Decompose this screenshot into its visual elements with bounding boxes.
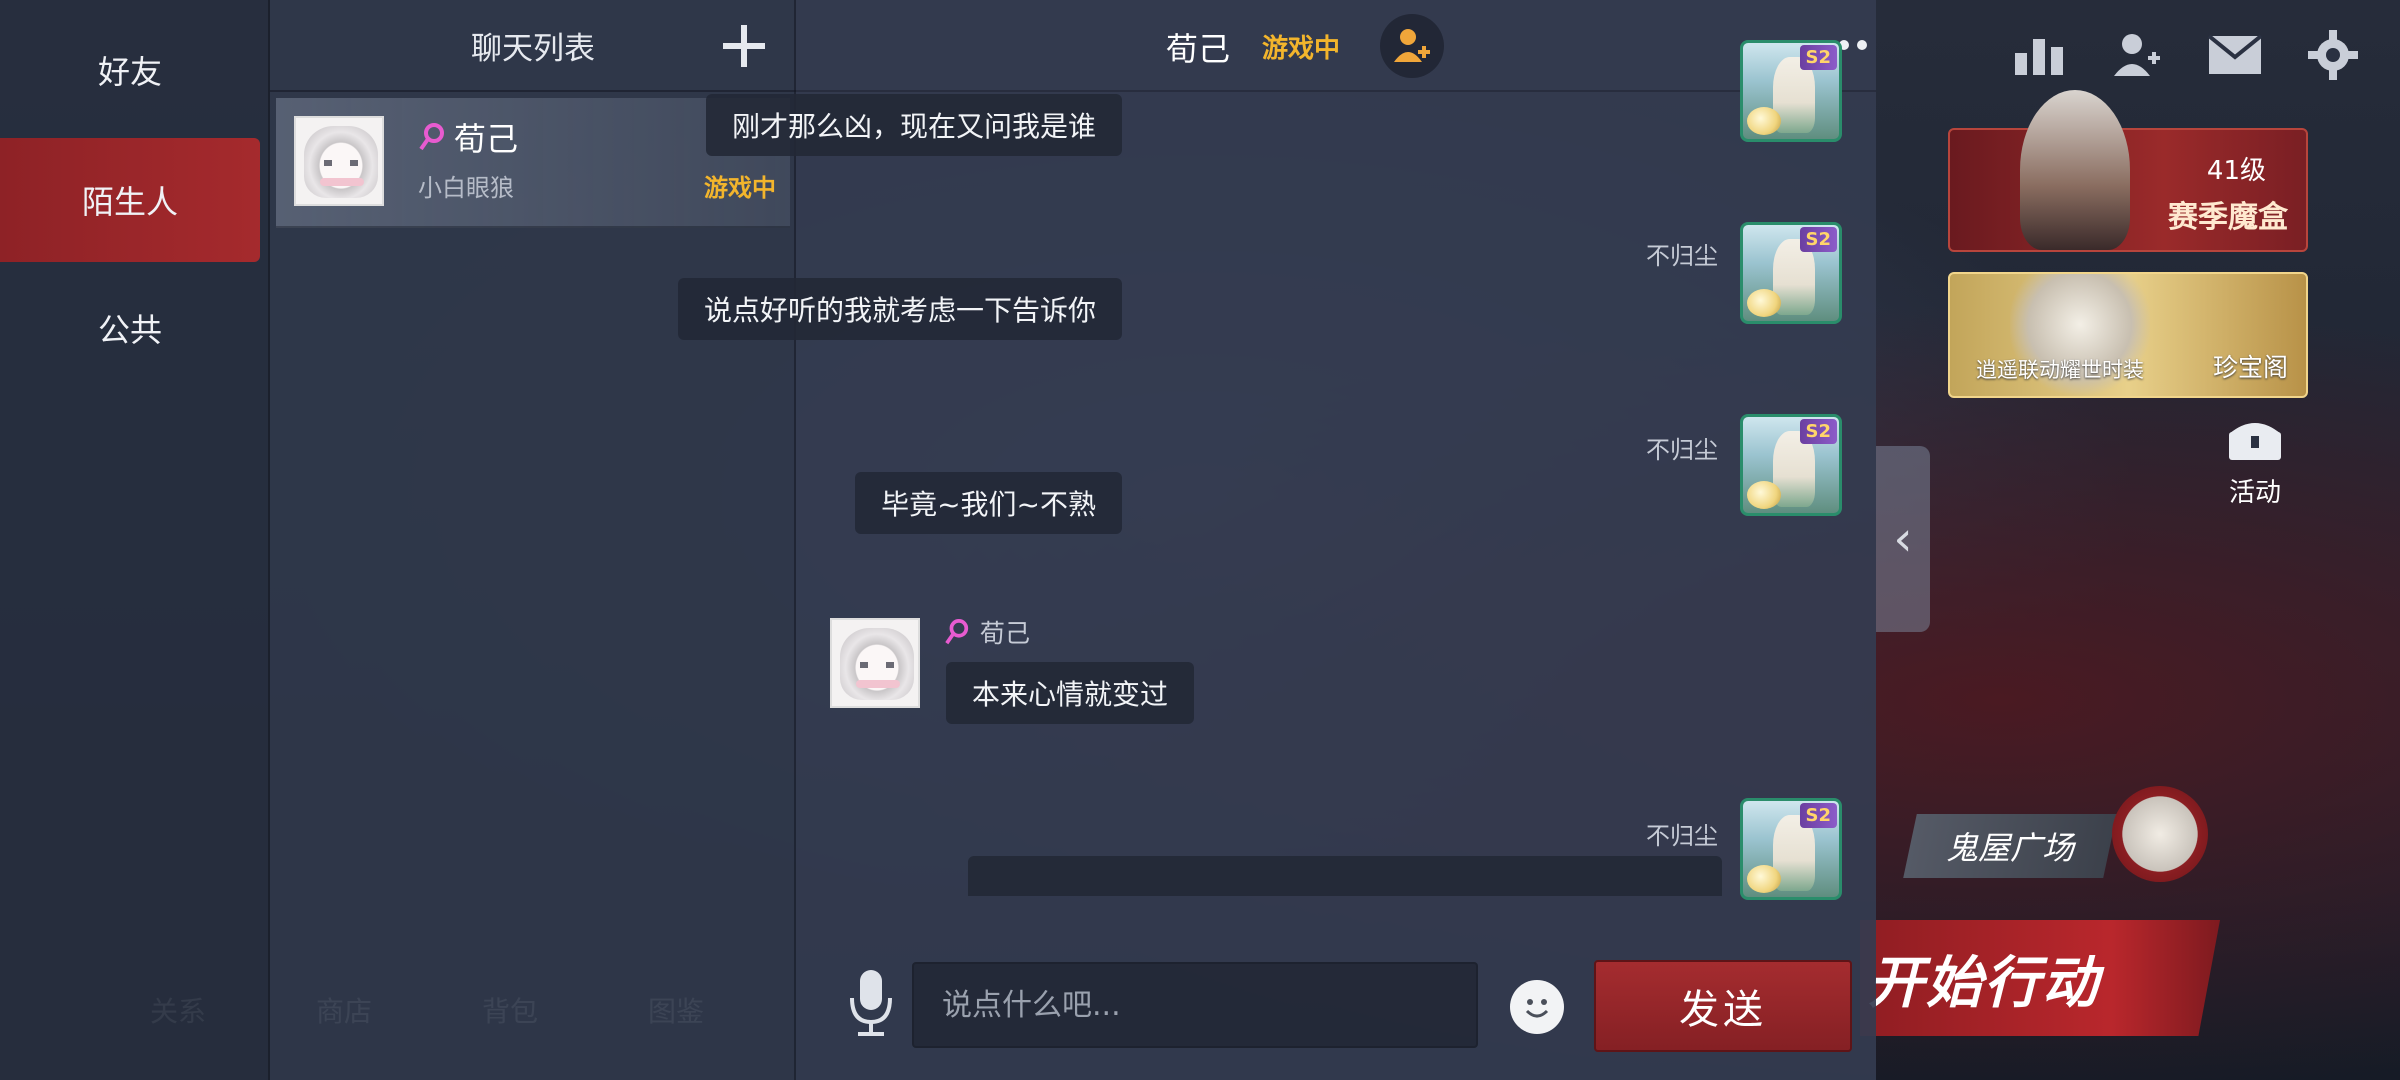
self-avatar[interactable]: S2: [1740, 222, 1842, 324]
message-sender: 荀己: [980, 619, 1031, 648]
treasure-shop-card[interactable]: 逍遥联动耀世时装 珍宝阁: [1948, 272, 2308, 398]
female-gender-icon: [419, 123, 444, 151]
season-badge: S2: [1799, 45, 1837, 70]
message-sender: 不归尘: [1646, 822, 1718, 850]
rank-level: 41级: [2206, 156, 2266, 186]
message-bubble: 说点好听的我就考虑一下告诉你: [677, 278, 1122, 340]
plus-icon: [723, 25, 765, 67]
ghost-plaza-button[interactable]: 鬼屋广场: [1903, 814, 2117, 878]
self-avatar[interactable]: S2: [1740, 798, 1842, 900]
chat-list-panel: 聊天列表 荀己 小白眼狼 游戏中: [270, 0, 796, 1080]
contact-status: 游戏中: [704, 174, 776, 202]
female-gender-icon: [945, 618, 969, 645]
mail-icon[interactable]: [2208, 28, 2262, 82]
season-badge: S2: [1799, 803, 1837, 828]
activity-label: 活动: [2228, 478, 2281, 508]
add-friend-icon[interactable]: [2110, 28, 2164, 82]
activity-button[interactable]: 活动: [2220, 418, 2290, 509]
self-avatar[interactable]: S2: [1740, 414, 1842, 516]
game-top-bar: [1876, 0, 2400, 110]
message-sender: 不归尘: [1646, 436, 1718, 464]
contact-name: 荀己: [454, 120, 519, 158]
character-portrait: [2020, 90, 2130, 250]
message-input[interactable]: [912, 962, 1478, 1048]
chat-category-column: 好友 陌生人 公共: [0, 0, 270, 1080]
season-badge: S2: [1799, 419, 1837, 444]
chevron-left-icon: ‹: [1893, 511, 1913, 567]
activity-chest-icon: [2229, 423, 2281, 460]
season-badge: S2: [1799, 227, 1837, 252]
microphone-icon: [850, 970, 892, 1036]
chat-partner-name: 荀己: [1166, 30, 1231, 68]
settings-gear-icon[interactable]: [2306, 28, 2360, 82]
message-bubble: [968, 856, 1722, 896]
tab-friends[interactable]: 好友: [0, 8, 260, 132]
message-sender: 不归尘: [1646, 242, 1718, 270]
shop-caption: 逍遥联动耀世时装: [1976, 358, 2144, 382]
clown-mask-icon: [2112, 786, 2208, 882]
chat-overlay: 关系 商店 背包 图鉴 好友 陌生人 公共 聊天列表 荀己 小白眼狼 游戏中 荀…: [0, 0, 1876, 1080]
shop-title: 珍宝阁: [2212, 353, 2288, 382]
partner-avatar[interactable]: [830, 618, 920, 708]
dot-icon: [1857, 40, 1867, 50]
contact-avatar: [294, 116, 384, 206]
message-bubble: 刚才那么凶，现在又问我是谁: [705, 94, 1122, 156]
season-rank-card[interactable]: 41级 赛季魔盒: [1948, 90, 2308, 252]
ghost-plaza-label: 鬼屋广场: [1945, 829, 2074, 867]
start-action-label: 开始行动: [1868, 950, 2100, 1016]
add-friend-button[interactable]: [1380, 14, 1444, 78]
chat-partner-status: 游戏中: [1262, 34, 1341, 64]
self-avatar[interactable]: S2: [1740, 40, 1842, 142]
message-bubble: 本来心情就变过: [946, 662, 1195, 724]
leaderboard-icon[interactable]: [2012, 28, 2066, 82]
voice-input-button[interactable]: [846, 968, 896, 1040]
add-user-icon: [1394, 29, 1430, 62]
message-bubble: 毕竟~我们~不熟: [855, 472, 1122, 534]
collapse-arrow-button[interactable]: ‹: [1876, 446, 1930, 632]
send-button[interactable]: 发送: [1594, 960, 1852, 1052]
tab-public[interactable]: 公共: [0, 266, 260, 390]
start-action-button[interactable]: 开始行动: [1860, 920, 2220, 1036]
contact-signature: 小白眼狼: [418, 174, 514, 202]
season-box-title: 赛季魔盒: [2168, 200, 2288, 235]
chat-input-bar: 发送: [796, 940, 1876, 1080]
smiley-icon: [1525, 999, 1549, 1018]
chat-header: 荀己 游戏中: [796, 0, 1876, 92]
emoji-button[interactable]: [1510, 980, 1564, 1034]
tab-strangers[interactable]: 陌生人: [0, 138, 260, 262]
new-chat-button[interactable]: [718, 20, 770, 72]
